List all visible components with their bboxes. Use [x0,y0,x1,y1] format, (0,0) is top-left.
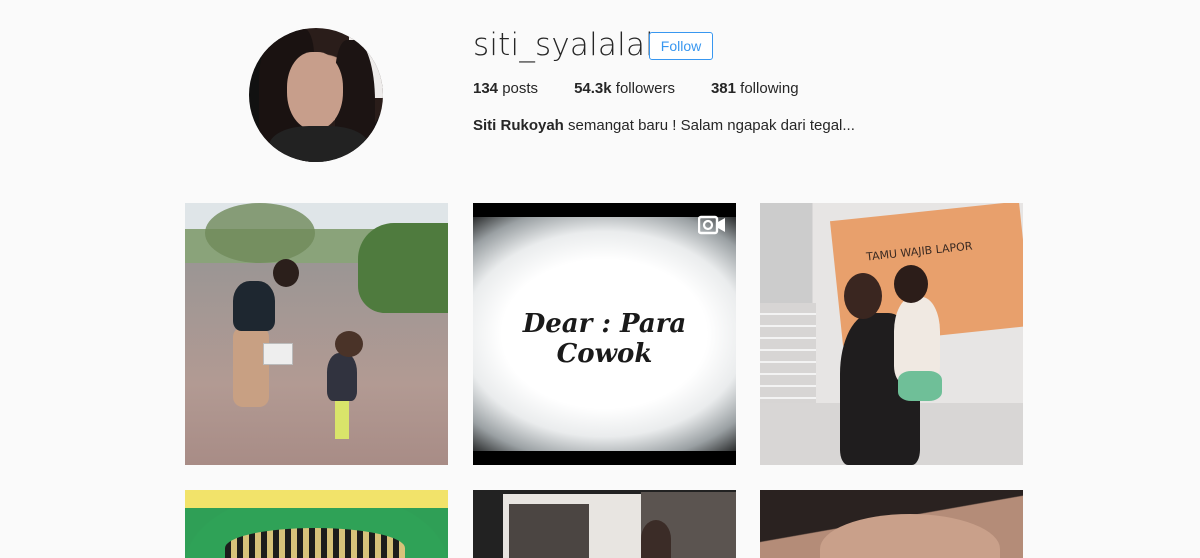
following-label: following [740,80,799,97]
followers-count: 54.3k [574,80,612,97]
followers-label: followers [615,80,675,97]
posts-stat: 134 posts [473,80,538,97]
profile-username: siti_syalalah [473,27,665,63]
bio-full-name: Siti Rukoyah [473,117,564,134]
post-caption-image-text: Dear : Para Cowok [522,309,687,369]
video-camera-icon [698,215,725,235]
posts-label: posts [502,80,539,97]
profile-bio: Siti Rukoyah semangat baru ! Salam ngapa… [473,117,855,134]
profile-stats: 134 posts 54.3k followers 381 following [473,80,835,97]
post-tile-5[interactable] [473,490,736,558]
following-count: 381 [710,80,736,97]
followers-stat[interactable]: 54.3k followers [574,80,675,97]
post-tile-6[interactable] [760,490,1023,558]
post-tile-1[interactable] [185,203,448,465]
post-tile-4[interactable] [185,490,448,558]
profile-avatar [249,28,383,162]
follow-button[interactable]: Follow [649,32,713,60]
following-stat[interactable]: 381 following [711,80,799,97]
posts-count: 134 [473,80,499,97]
bio-text: semangat baru ! Salam ngapak dari tegal.… [568,117,855,134]
post-tile-3[interactable]: TAMU WAJIB LAPOR [760,203,1023,465]
post-tile-2[interactable]: Dear : Para Cowok [473,203,736,465]
